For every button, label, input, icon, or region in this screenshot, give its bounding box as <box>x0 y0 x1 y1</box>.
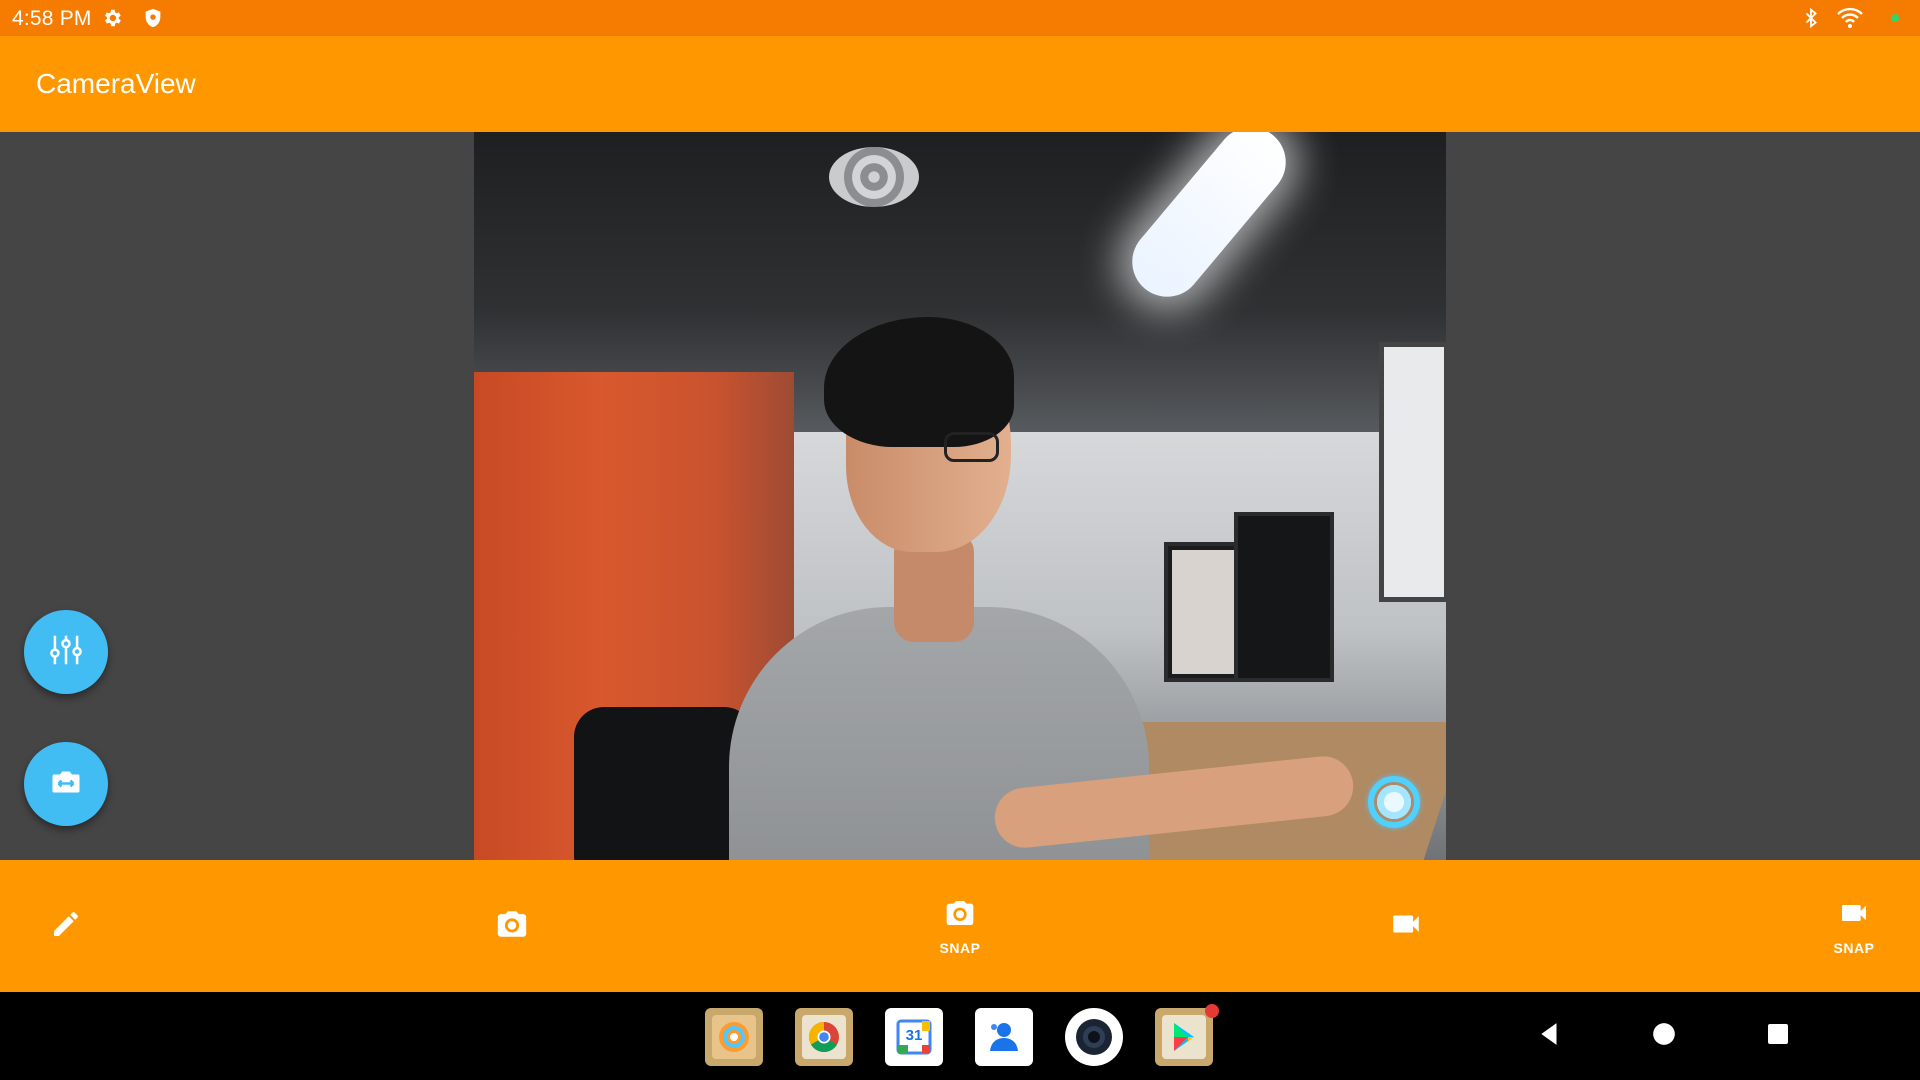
play-store-icon[interactable] <box>1155 1004 1219 1066</box>
shield-icon <box>142 7 164 29</box>
status-bar: 4:58 PM <box>0 0 1920 36</box>
camera-preview[interactable] <box>474 132 1446 860</box>
video-camera-icon <box>1838 897 1870 934</box>
snap-photo-button[interactable]: SNAP <box>920 860 1000 992</box>
watermark-logo-icon <box>1368 776 1420 828</box>
camera-icon <box>944 897 976 934</box>
camera-icon <box>495 907 529 946</box>
recents-icon <box>1766 1022 1790 1051</box>
camera-lens-app-icon[interactable] <box>1065 1008 1123 1066</box>
app-title: CameraView <box>36 68 196 99</box>
content-area <box>0 132 1920 860</box>
preview-chair <box>574 707 754 860</box>
edit-button[interactable] <box>30 860 102 992</box>
dot-indicator-icon <box>1890 7 1900 29</box>
nav-back-button[interactable] <box>1530 1016 1570 1056</box>
snap-video-label: SNAP <box>1833 939 1875 956</box>
video-camera-icon <box>1389 907 1423 946</box>
wifi-icon <box>1836 7 1864 29</box>
sliders-settings-icon <box>47 631 85 674</box>
nav-home-button[interactable] <box>1644 1016 1684 1056</box>
record-video-button[interactable] <box>1370 860 1442 992</box>
home-icon <box>1651 1021 1677 1052</box>
bluetooth-icon <box>1800 7 1822 29</box>
switch-camera-icon <box>48 764 84 805</box>
filters-fab-button[interactable] <box>24 610 108 694</box>
status-time: 4:58 PM <box>12 7 92 30</box>
gear-icon <box>101 7 123 29</box>
nav-recents-button[interactable] <box>1758 1016 1798 1056</box>
notification-dot-icon <box>1205 1004 1219 1018</box>
pencil-icon <box>50 908 82 945</box>
taskbar: 31 <box>0 992 1920 1080</box>
preview-monitor <box>1234 512 1334 682</box>
preview-vent <box>829 147 919 207</box>
calendar-day-label: 31 <box>905 1027 923 1044</box>
preview-monitor <box>1379 342 1446 602</box>
back-icon <box>1537 1021 1563 1052</box>
bottom-action-bar: SNAP SNAP <box>0 860 1920 992</box>
contacts-icon[interactable] <box>975 1008 1033 1066</box>
snap-video-button[interactable]: SNAP <box>1814 860 1894 992</box>
app-bar: CameraView <box>0 36 1920 132</box>
preview-person-glasses <box>944 432 999 462</box>
camera-app-icon[interactable] <box>705 1008 763 1066</box>
calendar-icon[interactable]: 31 <box>885 1008 943 1066</box>
snap-photo-label: SNAP <box>939 939 981 956</box>
chrome-icon[interactable] <box>795 1008 853 1066</box>
switch-camera-fab-button[interactable] <box>24 742 108 826</box>
capture-photo-button[interactable] <box>476 860 548 992</box>
